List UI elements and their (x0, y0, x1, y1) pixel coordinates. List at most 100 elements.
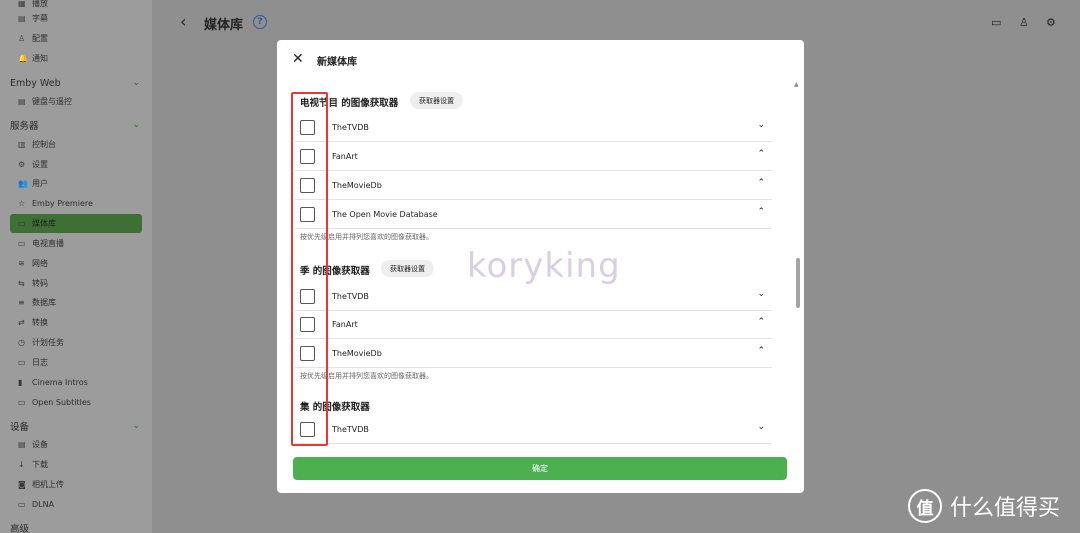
sidebar-item-label: 相机上传 (32, 479, 64, 489)
sidebar-item-devices[interactable]: ▤ 设备 (18, 435, 48, 453)
sidebar-item-users[interactable]: 👥 用户 (18, 174, 48, 192)
sidebar-item-label: 电视直播 (32, 238, 64, 248)
section-title: 设备 (10, 422, 30, 433)
fetcher-label: TheMovieDb (332, 349, 382, 358)
chevron-down-icon: ⌄ (132, 120, 140, 130)
sidebar-item-label: 用户 (32, 178, 48, 188)
sidebar: ▦ 播放 ▤ 字幕 ♙ 配置 🔔 通知 Emby Web ⌄ ▤ 键盘与遥控 服务器 ⌄ ▥ 控… (0, 0, 152, 533)
transcode-icon: ⇆ (18, 278, 25, 288)
fetcher-label: TheTVDB (332, 425, 369, 434)
chevron-up-icon[interactable]: ⌃ (757, 178, 765, 188)
fetcher-label: TheTVDB (332, 123, 369, 132)
sidebar-item-cinema-intros[interactable]: ▮ Cinema Intros (18, 373, 88, 391)
sidebar-item-label: 下载 (32, 459, 48, 469)
sidebar-item-logs[interactable]: ▭ 日志 (18, 353, 48, 371)
sidebar-item-transcode[interactable]: ⇆ 转码 (18, 274, 48, 292)
playback-icon: ▦ (18, 0, 26, 8)
new-library-dialog: ✕ 新媒体库 ▲ 电视节目 的图像获取器 获取器设置 TheTVDB ⌄ Fan… (277, 40, 804, 493)
scrollbar-thumb[interactable] (796, 258, 800, 308)
help-icon[interactable]: ? (253, 15, 267, 29)
sidebar-section-emby-web[interactable]: Emby Web ⌄ (10, 75, 142, 91)
sidebar-item-open-subtitles[interactable]: ▭ Open Subtitles (18, 393, 91, 411)
sidebar-item-live-tv[interactable]: ▭ 电视直播 (18, 234, 64, 252)
profile-icon: ♙ (18, 33, 26, 43)
sidebar-item-network[interactable]: ≋ 网络 (18, 254, 48, 272)
chevron-down-icon: ⌄ (132, 78, 140, 88)
fetcher-row: TheTVDB ⌄ (295, 416, 772, 444)
sidebar-item-notifications[interactable]: 🔔 通知 (18, 49, 48, 67)
subtitles-icon: ▤ (18, 13, 26, 23)
watermark-text: koryking (467, 246, 621, 286)
chevron-down-icon[interactable]: ⌄ (757, 422, 765, 432)
close-icon[interactable]: ✕ (292, 51, 304, 67)
chevron-up-icon[interactable]: ⌃ (757, 207, 765, 217)
dlna-icon: ▭ (18, 499, 26, 509)
fetcher-label: TheMovieDb (332, 181, 382, 190)
site-logo: 值 (908, 489, 942, 523)
sidebar-item-label: 日志 (32, 357, 48, 367)
chevron-up-icon[interactable]: ⌃ (757, 317, 765, 327)
gear-icon[interactable]: ⚙ (1046, 16, 1056, 29)
sidebar-item-database[interactable]: ≡ 数据库 (18, 293, 56, 311)
confirm-button[interactable]: 确定 (293, 457, 787, 480)
sidebar-item-downloads[interactable]: ↓ 下载 (18, 455, 48, 473)
convert-icon: ⇄ (18, 317, 25, 327)
sidebar-section-advanced[interactable]: 高级 (10, 520, 142, 533)
section-title: Emby Web (10, 77, 61, 89)
sidebar-item-label: DLNA (32, 499, 55, 509)
chevron-left-icon[interactable]: ‹ (180, 12, 186, 31)
sidebar-item-conversion[interactable]: ⇄ 转换 (18, 313, 48, 331)
sidebar-section-server[interactable]: 服务器 ⌄ (10, 117, 142, 133)
sidebar-item-label: 计划任务 (32, 337, 64, 347)
sidebar-item-keyboard[interactable]: ▤ 键盘与遥控 (18, 92, 72, 110)
fetcher-row: FanArt ⌃ (295, 311, 772, 339)
fetcher-settings-button[interactable]: 获取器设置 (410, 92, 463, 109)
bell-icon: 🔔 (18, 53, 28, 63)
fetcher-label: TheTVDB (332, 292, 369, 301)
sidebar-item-premiere[interactable]: ☆ Emby Premiere (18, 194, 93, 212)
device-icon: ▤ (18, 439, 26, 449)
sidebar-item-library[interactable]: ▭ 媒体库 (10, 214, 142, 233)
chevron-down-icon[interactable]: ⌄ (757, 120, 765, 130)
camera-icon: ◙ (18, 479, 26, 489)
fetcher-label: The Open Movie Database (332, 210, 438, 219)
chevron-up-icon[interactable]: ⌃ (757, 346, 765, 356)
sidebar-section-devices[interactable]: 设备 ⌄ (10, 418, 142, 434)
sidebar-item-label: 控制台 (32, 139, 56, 149)
cast-icon[interactable]: ▭ (991, 16, 1001, 29)
sidebar-item-profile[interactable]: ♙ 配置 (18, 29, 48, 47)
film-icon: ▮ (18, 377, 23, 387)
section-title: 高级 (10, 524, 30, 533)
user-icon[interactable]: ♙ (1019, 16, 1029, 29)
sidebar-item-label: 配置 (32, 33, 48, 43)
site-watermark-text: 什么值得买 (950, 496, 1061, 521)
sidebar-item-dashboard[interactable]: ▥ 控制台 (18, 135, 56, 153)
sidebar-item-scheduled-tasks[interactable]: ◷ 计划任务 (18, 333, 64, 351)
dialog-title: 新媒体库 (317, 57, 357, 68)
sidebar-item-subtitles[interactable]: ▤ 字幕 (18, 9, 48, 27)
tv-icon: ▭ (18, 238, 26, 248)
fetcher-row: The Open Movie Database ⌃ (295, 201, 772, 229)
fetcher-row: TheTVDB ⌄ (295, 283, 772, 311)
fetcher-label: FanArt (332, 320, 358, 329)
fetcher-row: FanArt ⌃ (295, 143, 772, 171)
sidebar-item-dlna[interactable]: ▭ DLNA (18, 495, 54, 513)
sidebar-item-label: 网络 (32, 258, 48, 268)
sidebar-item-label: 播放 (32, 0, 48, 8)
scroll-up-icon[interactable]: ▲ (794, 81, 799, 88)
dashboard-icon: ▥ (18, 139, 26, 149)
sidebar-item-label: 媒体库 (32, 219, 56, 228)
section-title: 服务器 (10, 121, 39, 132)
chevron-down-icon[interactable]: ⌄ (757, 289, 765, 299)
fetcher-row: TheMovieDb ⌃ (295, 172, 772, 200)
sidebar-item-settings[interactable]: ⚙ 设置 (18, 155, 48, 173)
sidebar-item-label: 字幕 (32, 13, 48, 23)
fetcher-settings-button[interactable]: 获取器设置 (381, 260, 434, 277)
sidebar-item-camera-upload[interactable]: ◙ 相机上传 (18, 475, 64, 493)
chevron-up-icon[interactable]: ⌃ (757, 149, 765, 159)
folder-icon: ▭ (18, 219, 26, 228)
sidebar-item-label: 键盘与遥控 (32, 96, 72, 106)
sidebar-item-label: 转码 (32, 278, 48, 288)
database-icon: ≡ (18, 297, 25, 307)
gear-icon: ⚙ (18, 159, 26, 169)
